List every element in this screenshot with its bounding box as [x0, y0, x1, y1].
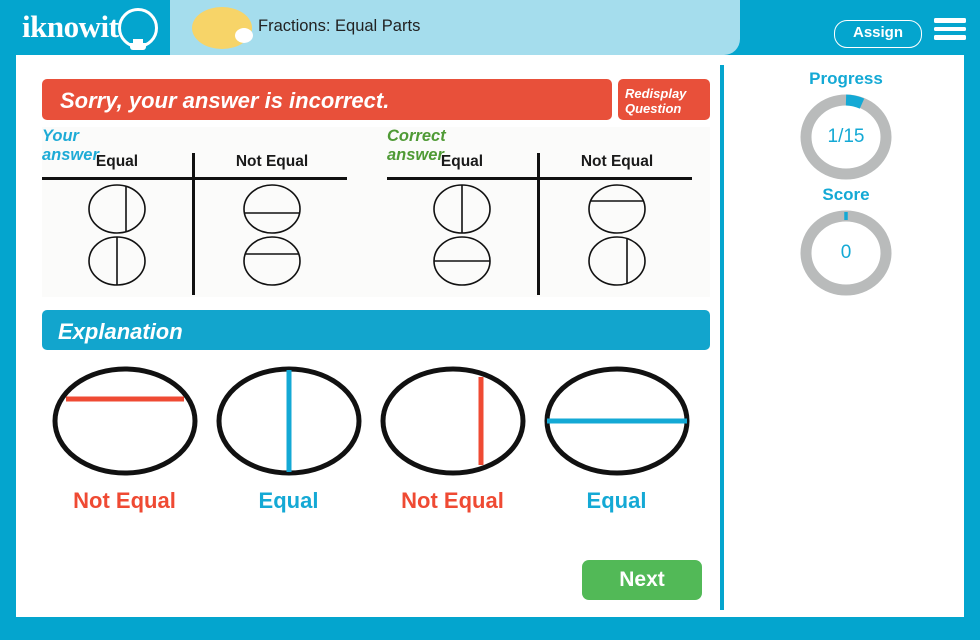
table-header-rule — [42, 177, 347, 180]
explanation-title: Explanation — [58, 319, 183, 344]
logo-wordmark: iknowit — [22, 9, 119, 44]
lesson-badge-inner-dot — [235, 28, 253, 43]
explanation-item-4: Equal — [534, 365, 699, 514]
column-header-not-equal: Not Equal — [235, 153, 309, 170]
answer-comparison-panel: Your answer Equal Not Equal Correct answ… — [42, 127, 710, 297]
lesson-badge-icon — [192, 7, 253, 49]
redisplay-line-1: Redisplay — [625, 86, 687, 101]
explanation-header: Explanation — [42, 310, 710, 350]
table-column-rule — [537, 153, 540, 295]
circle-horizontal-above-center-red — [52, 366, 197, 476]
correct-answer-table: Equal Not Equal — [387, 153, 697, 295]
circle-horizontal-below-center — [243, 184, 301, 234]
explanation-item-3: Not Equal — [370, 365, 535, 514]
column-header-not-equal: Not Equal — [580, 153, 654, 170]
progress-gauge-block: Progress 1/15 — [728, 69, 964, 183]
redisplay-question-button[interactable]: Redisplay Question — [618, 79, 710, 120]
circle-vertical-center — [88, 236, 146, 286]
app-root: iknowit Fractions: Equal Parts Assign So… — [0, 0, 980, 640]
progress-value: 1/15 — [827, 126, 865, 147]
your-equal-cell — [42, 183, 192, 287]
circle-horizontal-above-center — [243, 236, 301, 286]
next-button-label: Next — [619, 568, 665, 591]
circle-vertical-offcenter-red — [380, 366, 525, 476]
next-button[interactable]: Next — [582, 560, 702, 600]
progress-title: Progress — [809, 69, 883, 88]
table-column-rule — [192, 153, 195, 295]
circle-vertical-center-blue — [216, 366, 361, 476]
lesson-title-pill: Fractions: Equal Parts — [170, 0, 740, 55]
your-answer-table: Equal Not Equal — [42, 153, 352, 295]
your-not-equal-cell — [197, 183, 347, 287]
explanation-item-1: Not Equal — [42, 365, 207, 514]
score-value: 0 — [840, 242, 852, 263]
result-message: Sorry, your answer is incorrect. — [60, 88, 390, 113]
progress-gauge: 1/15 — [796, 91, 896, 183]
circle-horizontal-center — [433, 236, 491, 286]
circle-vertical-offcenter — [88, 184, 146, 234]
score-gauge: 0 — [796, 207, 896, 299]
table-header-rule — [387, 177, 692, 180]
lesson-title: Fractions: Equal Parts — [258, 17, 421, 35]
explanation-item-2: Equal — [206, 365, 371, 514]
status-sidebar: Progress 1/15 Score 0 — [728, 55, 964, 617]
explanation-label-2: Equal — [258, 488, 319, 513]
assign-button[interactable]: Assign — [833, 20, 922, 48]
result-banner: Sorry, your answer is incorrect. — [42, 79, 612, 120]
score-title: Score — [822, 185, 870, 204]
vertical-divider — [720, 65, 724, 610]
column-header-equal: Equal — [440, 153, 484, 170]
content-canvas: Sorry, your answer is incorrect. Redispl… — [16, 55, 964, 617]
score-gauge-block: Score 0 — [728, 185, 964, 299]
explanation-figures: Not Equal Equal Not Equal Equal — [42, 365, 710, 530]
column-header-equal: Equal — [95, 153, 139, 170]
hamburger-menu-icon[interactable] — [934, 18, 966, 40]
iknowit-logo[interactable]: iknowit — [22, 6, 170, 50]
circle-vertical-offcenter — [588, 236, 646, 286]
redisplay-line-2: Question — [625, 101, 682, 116]
circle-vertical-center — [433, 184, 491, 234]
circle-horizontal-center-blue — [544, 366, 689, 476]
correct-equal-cell — [387, 183, 537, 287]
explanation-label-3: Not Equal — [401, 488, 504, 513]
lightbulb-base — [130, 43, 146, 50]
app-header: iknowit Fractions: Equal Parts Assign — [0, 0, 980, 55]
explanation-label-4: Equal — [586, 488, 647, 513]
circle-horizontal-above-center — [588, 184, 646, 234]
explanation-label-1: Not Equal — [73, 488, 176, 513]
correct-not-equal-cell — [542, 183, 692, 287]
